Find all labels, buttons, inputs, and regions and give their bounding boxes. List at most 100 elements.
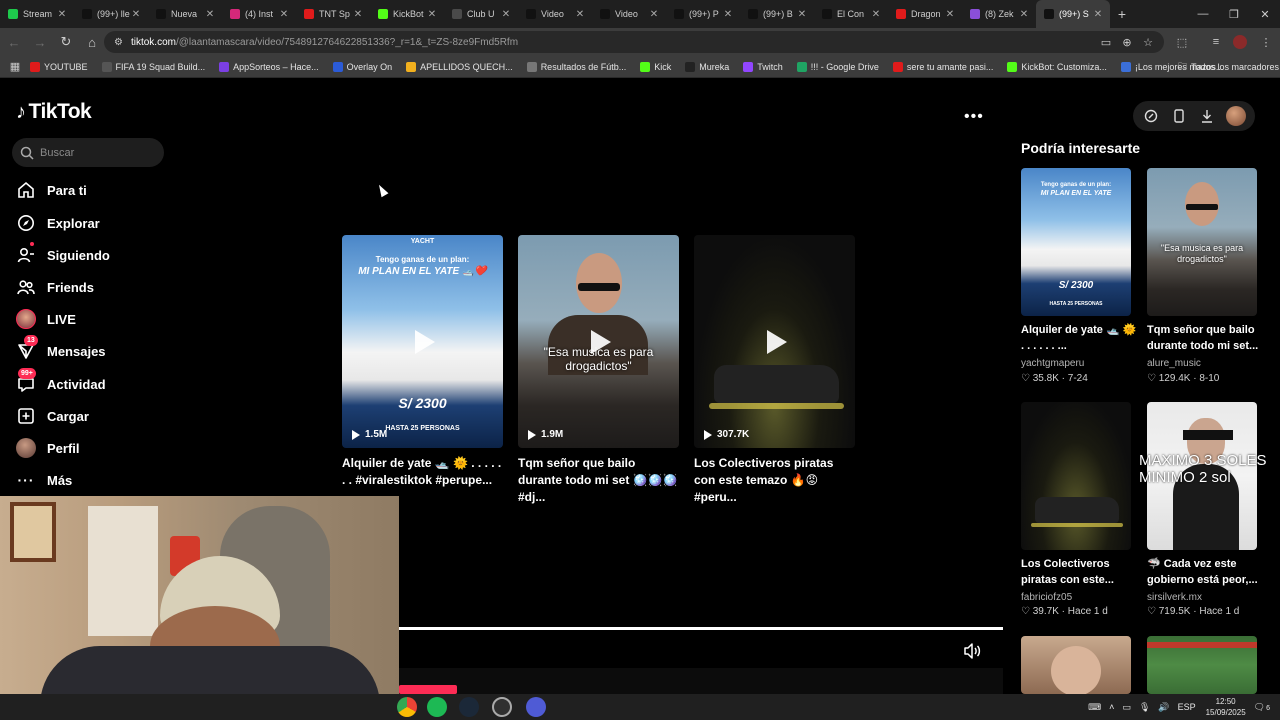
keyboard-icon[interactable]: ⌨	[1088, 702, 1101, 713]
nav-item-perfil[interactable]: Perfil	[16, 435, 216, 461]
recommended-thumbnail[interactable]	[1021, 402, 1131, 550]
video-card[interactable]: YACHT Tengo ganas de un plan: MI PLAN EN…	[342, 235, 503, 448]
tab-close-icon[interactable]: ✕	[278, 9, 290, 20]
tab-close-icon[interactable]: ✕	[574, 9, 586, 20]
search-input[interactable]	[40, 146, 150, 159]
bookmark-item[interactable]: KickBot: Customiza...	[1007, 61, 1107, 72]
speaker-icon[interactable]: 🔊	[1158, 702, 1169, 713]
nav-item-explorar[interactable]: Explorar	[16, 210, 216, 236]
browser-tab[interactable]: Dragon ✕	[888, 0, 962, 28]
user-avatar[interactable]	[1226, 106, 1246, 126]
volume-icon[interactable]	[963, 642, 985, 660]
recommended-thumbnail[interactable]	[1147, 636, 1257, 694]
nav-item-mas[interactable]: ··· Más	[16, 467, 216, 493]
bookmark-item[interactable]: FIFA 19 Squad Build...	[101, 61, 205, 72]
recommended-title[interactable]: Alquiler de yate 🛥️ 🌞 . . . . . . ...	[1021, 322, 1139, 354]
browser-tab[interactable]: Nueva ✕	[148, 0, 222, 28]
microphone-icon[interactable]: 🎙	[1139, 702, 1150, 713]
bookmark-item[interactable]: AppSorteos – Hace...	[219, 61, 319, 72]
recommended-author[interactable]: yachtgmaperu	[1021, 358, 1084, 369]
recommended-thumbnail[interactable]	[1021, 636, 1131, 694]
tab-close-icon[interactable]: ✕	[1018, 9, 1030, 20]
nav-item-friends[interactable]: Friends	[16, 274, 216, 300]
video-title[interactable]: Tqm señor que bailo durante todo mi set …	[518, 455, 680, 506]
bookmark-item[interactable]: Kick	[640, 61, 671, 72]
recommended-thumbnail[interactable]: Tengo ganas de un plan: MI PLAN EN EL YA…	[1021, 168, 1131, 316]
video-title[interactable]: Los Colectiveros piratas con este temazo…	[694, 455, 856, 506]
apps-grid-icon[interactable]: ▦	[0, 60, 30, 73]
tab-close-icon[interactable]: ✕	[648, 9, 660, 20]
media-controls-icon[interactable]: ≡	[1206, 32, 1226, 52]
video-card[interactable]: "Esa musica es para drogadictos" 1.9M	[518, 235, 679, 448]
tab-close-icon[interactable]: ✕	[500, 9, 512, 20]
spotify-taskbar-icon[interactable]	[427, 697, 447, 717]
mobile-app-icon[interactable]	[1170, 107, 1188, 125]
bookmark-item[interactable]: Resultados de Fútb...	[526, 61, 626, 72]
network-icon[interactable]: ▭	[1122, 702, 1131, 713]
restore-icon[interactable]: ❐	[1219, 0, 1249, 28]
tab-close-icon[interactable]: ✕	[204, 9, 216, 20]
browser-tab[interactable]: El Con ✕	[814, 0, 888, 28]
site-info-icon[interactable]: ⚙	[114, 37, 123, 48]
back-icon[interactable]: ←	[2, 30, 26, 54]
reload-icon[interactable]: ↻	[54, 30, 78, 54]
clock[interactable]: 12:50 15/09/2025	[1206, 696, 1246, 718]
chrome-taskbar-icon[interactable]	[397, 697, 417, 717]
notifications-icon[interactable]: 🗨6	[1254, 702, 1270, 713]
search-box[interactable]	[12, 138, 164, 167]
tray-chevron-icon[interactable]: ˄	[1109, 702, 1114, 712]
nav-item-para-ti[interactable]: Para ti	[16, 177, 216, 203]
more-options-icon[interactable]: •••	[964, 108, 984, 126]
browser-tab[interactable]: KickBot ✕	[370, 0, 444, 28]
extensions-icon[interactable]: ⬚	[1172, 32, 1192, 52]
steam-taskbar-icon[interactable]	[459, 697, 479, 717]
browser-menu-icon[interactable]: ⋮	[1256, 32, 1276, 52]
obs-taskbar-icon[interactable]	[492, 697, 512, 717]
nav-item-mensajes[interactable]: 13 Mensajes	[16, 335, 216, 364]
nav-item-siguiendo[interactable]: Siguiendo	[16, 242, 216, 268]
address-bar[interactable]: ⚙ tiktok.com/@laantamascara/video/754891…	[104, 31, 1164, 53]
zoom-icon[interactable]: ⊕	[1117, 32, 1137, 52]
install-app-icon[interactable]: ▭	[1096, 32, 1116, 52]
nav-item-actividad[interactable]: 99+ Actividad	[16, 368, 216, 397]
video-progress-bar[interactable]	[399, 627, 1003, 630]
close-window-icon[interactable]: ✕	[1250, 0, 1280, 28]
recommended-thumbnail[interactable]: "Esa musica es para drogadictos"	[1147, 168, 1257, 316]
tab-close-icon[interactable]: ✕	[796, 9, 808, 20]
tab-close-icon[interactable]: ✕	[1092, 9, 1104, 20]
video-card[interactable]: 307.7K	[694, 235, 855, 448]
browser-tab[interactable]: TNT Sp ✕	[296, 0, 370, 28]
browser-tab[interactable]: Stream ✕	[0, 0, 74, 28]
tab-close-icon[interactable]: ✕	[722, 9, 734, 20]
language-indicator[interactable]: ESP	[1178, 702, 1196, 712]
recommended-author[interactable]: fabriciofz05	[1021, 592, 1072, 603]
bookmark-item[interactable]: YOUTUBE	[30, 61, 88, 72]
browser-tab[interactable]: Video ✕	[592, 0, 666, 28]
browser-tab[interactable]: (99+) P ✕	[666, 0, 740, 28]
tiktok-logo[interactable]: ♪ TikTok	[16, 100, 92, 124]
nav-item-live[interactable]: LIVE	[16, 306, 216, 332]
new-tab-icon[interactable]: +	[1110, 6, 1134, 22]
browser-tab[interactable]: (4) Inst ✕	[222, 0, 296, 28]
recommended-author[interactable]: alure_music	[1147, 358, 1201, 369]
download-icon[interactable]	[1198, 107, 1216, 125]
bookmark-item[interactable]: Mureka	[685, 61, 729, 72]
forward-icon[interactable]: →	[28, 30, 52, 54]
recommended-title[interactable]: Tqm señor que bailo durante todo mi set.…	[1147, 322, 1265, 354]
home-page-icon[interactable]: ⌂	[80, 30, 104, 54]
tab-close-icon[interactable]: ✕	[130, 9, 142, 20]
tab-close-icon[interactable]: ✕	[870, 9, 882, 20]
browser-tab[interactable]: Club U ✕	[444, 0, 518, 28]
video-title[interactable]: Alquiler de yate 🛥️ 🌞 . . . . . . . #vir…	[342, 455, 504, 489]
coins-icon[interactable]	[1142, 107, 1160, 125]
profile-avatar-icon[interactable]	[1230, 32, 1250, 52]
tab-close-icon[interactable]: ✕	[426, 9, 438, 20]
tab-close-icon[interactable]: ✕	[352, 9, 364, 20]
bookmark-item[interactable]: sere tu amante pasi...	[892, 61, 993, 72]
recommended-title[interactable]: Los Colectiveros piratas con este...	[1021, 556, 1139, 588]
browser-tab[interactable]: (99+) B ✕	[740, 0, 814, 28]
app-taskbar-icon[interactable]	[526, 697, 546, 717]
recommended-author[interactable]: sirsilverk.mx	[1147, 592, 1202, 603]
browser-tab[interactable]: (8) Zek ✕	[962, 0, 1036, 28]
bookmark-item[interactable]: !!! - Google Drive	[796, 61, 879, 72]
